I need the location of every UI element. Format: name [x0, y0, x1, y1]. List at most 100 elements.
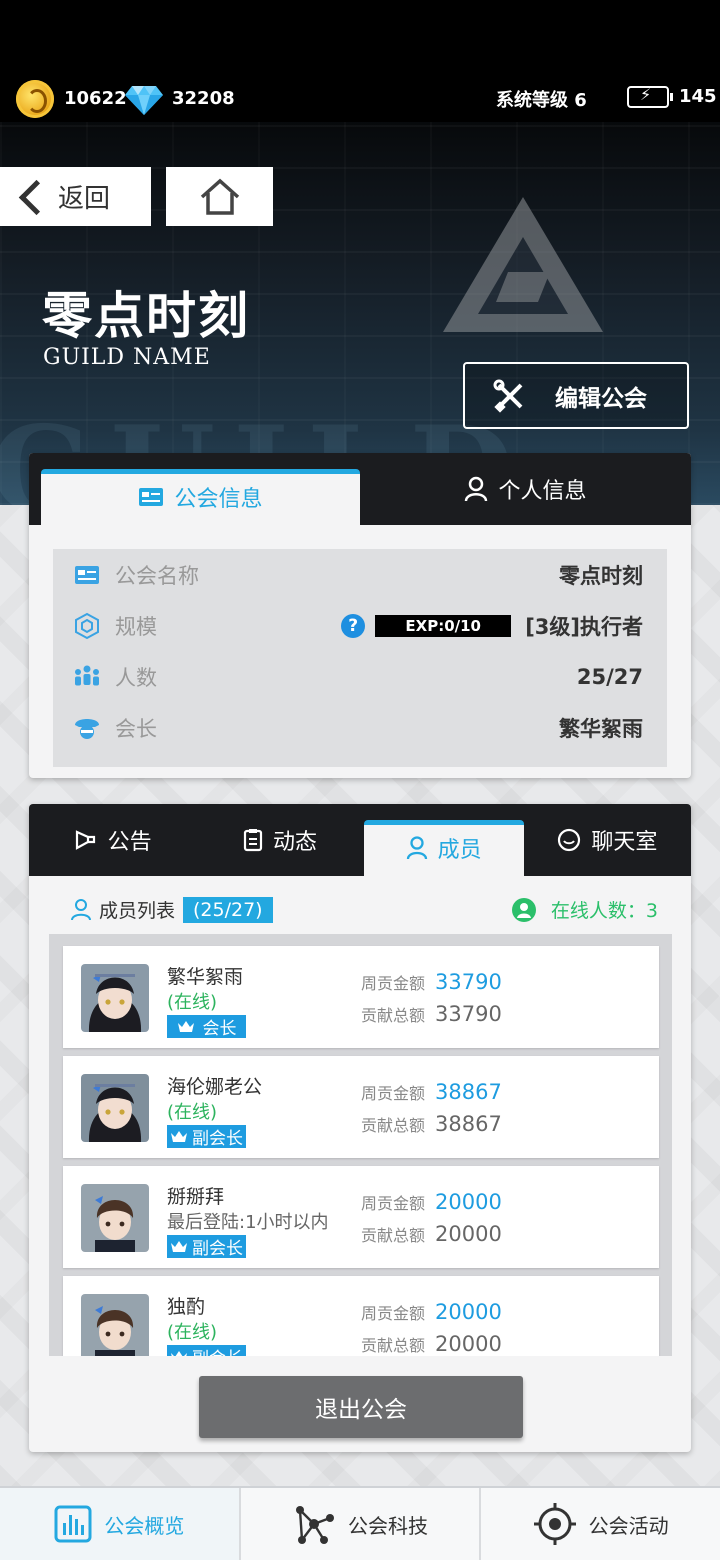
nav-guild-activity-label: 公会活动 [588, 1513, 669, 1538]
guild-emblem-icon [443, 197, 603, 332]
bottom-nav: 公会概览 公会科技 公会活动 [0, 1486, 720, 1560]
crown-icon [177, 1020, 194, 1032]
energy-value: 145 [679, 86, 717, 107]
total-label: 贡献总额 [361, 1336, 426, 1355]
member-status: 最后登陆:1小时以内 [167, 1212, 329, 1233]
tools-icon [493, 379, 523, 413]
person-icon [406, 836, 427, 860]
member-status: (在线) [167, 1102, 218, 1123]
weekly-value: 33790 [435, 970, 502, 994]
weekly-contribution: 周贡金额 20000 [361, 1190, 502, 1214]
role-label: 会长 [202, 1019, 237, 1039]
edit-guild-button[interactable]: 编辑公会 [463, 362, 689, 429]
nav-guild-overview[interactable]: 公会概览 [0, 1488, 241, 1560]
info-label: 人数 [115, 665, 157, 690]
avatar [81, 1184, 149, 1252]
exp-bar: EXP:0/10 [375, 614, 512, 637]
member-name: 海伦娜老公 [167, 1076, 263, 1098]
person-icon [71, 898, 91, 920]
chat-icon [558, 828, 581, 852]
back-button[interactable]: 返回 [0, 167, 151, 226]
tab-personal-info-label: 个人信息 [498, 479, 587, 504]
members-panel: 公告 动态 成员 聊天室 成员列表 (25/27) 在线人数：3 繁华絮雨 (在… [29, 804, 691, 1452]
member-list-heading: 成员列表 (25/27) [71, 896, 273, 923]
role-label: 副会长 [192, 1344, 243, 1356]
total-value: 20000 [435, 1222, 502, 1246]
status-bar: 10622 32208 系统等级 6 ⚡ 145 [0, 76, 720, 120]
member-card[interactable]: 掰掰拜 最后登陆:1小时以内 副会长 周贡金额 20000 贡献总额 20000 [63, 1166, 659, 1268]
total-label: 贡献总额 [361, 1226, 426, 1245]
guild-info-box: 公会名称 零点时刻 规模 ? EXP:0/10 [3级]执行者 人数 25/27 [53, 549, 667, 767]
member-count-badge: (25/27) [183, 896, 273, 923]
nav-guild-activity[interactable]: 公会活动 [481, 1488, 720, 1560]
weekly-label: 周贡金额 [361, 1304, 426, 1323]
tab-guild-info[interactable]: 公会信息 [41, 469, 360, 525]
info-label: 规模 [115, 614, 157, 639]
info-value: 25/27 [576, 664, 643, 689]
total-value: 20000 [435, 1332, 502, 1356]
online-count-label: 在线人数：3 [550, 900, 658, 922]
id-card-icon [73, 561, 101, 589]
weekly-label: 周贡金额 [361, 1194, 426, 1213]
weekly-contribution: 周贡金额 33790 [361, 970, 502, 994]
member-card[interactable]: 繁华絮雨 (在线) 会长 周贡金额 33790 贡献总额 33790 [63, 946, 659, 1048]
nav-guild-tech[interactable]: 公会科技 [241, 1488, 482, 1560]
crown-icon [171, 1130, 187, 1142]
clipboard-icon [243, 829, 263, 852]
tab-announcement[interactable]: 公告 [29, 804, 196, 876]
coin-value: 10622 [64, 88, 127, 109]
weekly-contribution: 周贡金额 38867 [361, 1080, 502, 1104]
leader-icon [73, 714, 101, 742]
total-contribution: 贡献总额 20000 [361, 1332, 502, 1356]
chart-icon [54, 1505, 92, 1543]
avatar [81, 1074, 149, 1142]
member-list-label: 成员列表 [99, 900, 176, 922]
member-status: (在线) [167, 992, 218, 1013]
members-header: 成员列表 (25/27) 在线人数：3 [29, 876, 691, 936]
member-card[interactable]: 海伦娜老公 (在线) 副会长 周贡金额 38867 贡献总额 38867 [63, 1056, 659, 1158]
info-label: 公会名称 [115, 563, 199, 588]
info-row-members: 人数 25/27 [53, 651, 667, 702]
info-tab-bar: 公会信息 个人信息 [29, 453, 691, 525]
edit-guild-label: 编辑公会 [555, 385, 647, 412]
home-button[interactable] [166, 167, 273, 226]
guild-info-panel: 公会信息 个人信息 公会名称 零点时刻 规模 ? EXP:0/10 [3级]执行… [29, 453, 691, 778]
weekly-label: 周贡金额 [361, 1084, 426, 1103]
avatar [81, 1294, 149, 1356]
network-icon [296, 1506, 334, 1544]
help-icon[interactable]: ? [341, 613, 366, 638]
id-card-icon [139, 488, 164, 506]
weekly-value: 20000 [435, 1190, 502, 1214]
online-count: 在线人数：3 [511, 896, 658, 923]
back-label: 返回 [58, 184, 111, 214]
nav-guild-tech-label: 公会科技 [348, 1513, 428, 1538]
people-icon [73, 663, 101, 691]
crown-icon [171, 1350, 187, 1356]
scale-icon [73, 612, 101, 640]
online-user-icon [511, 897, 536, 922]
system-level: 系统等级 6 [496, 90, 587, 111]
tab-activity[interactable]: 动态 [196, 804, 363, 876]
info-value: [3级]执行者 [525, 614, 643, 639]
tab-personal-info[interactable]: 个人信息 [360, 453, 691, 525]
tab-members[interactable]: 成员 [363, 820, 524, 876]
total-value: 38867 [435, 1112, 502, 1136]
tab-chatroom-label: 聊天室 [591, 830, 658, 855]
quit-guild-button[interactable]: 退出公会 [199, 1376, 523, 1438]
total-label: 贡献总额 [361, 1006, 426, 1025]
member-list[interactable]: 繁华絮雨 (在线) 会长 周贡金额 33790 贡献总额 33790 海伦娜老公 (… [49, 934, 672, 1356]
total-contribution: 贡献总额 38867 [361, 1112, 502, 1136]
avatar [81, 964, 149, 1032]
tab-members-label: 成员 [437, 838, 482, 863]
members-tab-bar: 公告 动态 成员 聊天室 [29, 804, 691, 876]
total-label: 贡献总额 [361, 1116, 426, 1135]
member-card[interactable]: 独酌 (在线) 副会长 周贡金额 20000 贡献总额 20000 [63, 1276, 659, 1356]
tab-chatroom[interactable]: 聊天室 [524, 804, 691, 876]
gem-value: 32208 [172, 88, 235, 109]
total-contribution: 贡献总额 20000 [361, 1222, 502, 1246]
diamond-icon [125, 86, 163, 115]
total-contribution: 贡献总额 33790 [361, 1002, 502, 1026]
info-row-scale: 规模 ? EXP:0/10 [3级]执行者 [53, 600, 667, 651]
coin-icon [16, 80, 54, 118]
guild-title: 零点时刻 [42, 286, 250, 345]
